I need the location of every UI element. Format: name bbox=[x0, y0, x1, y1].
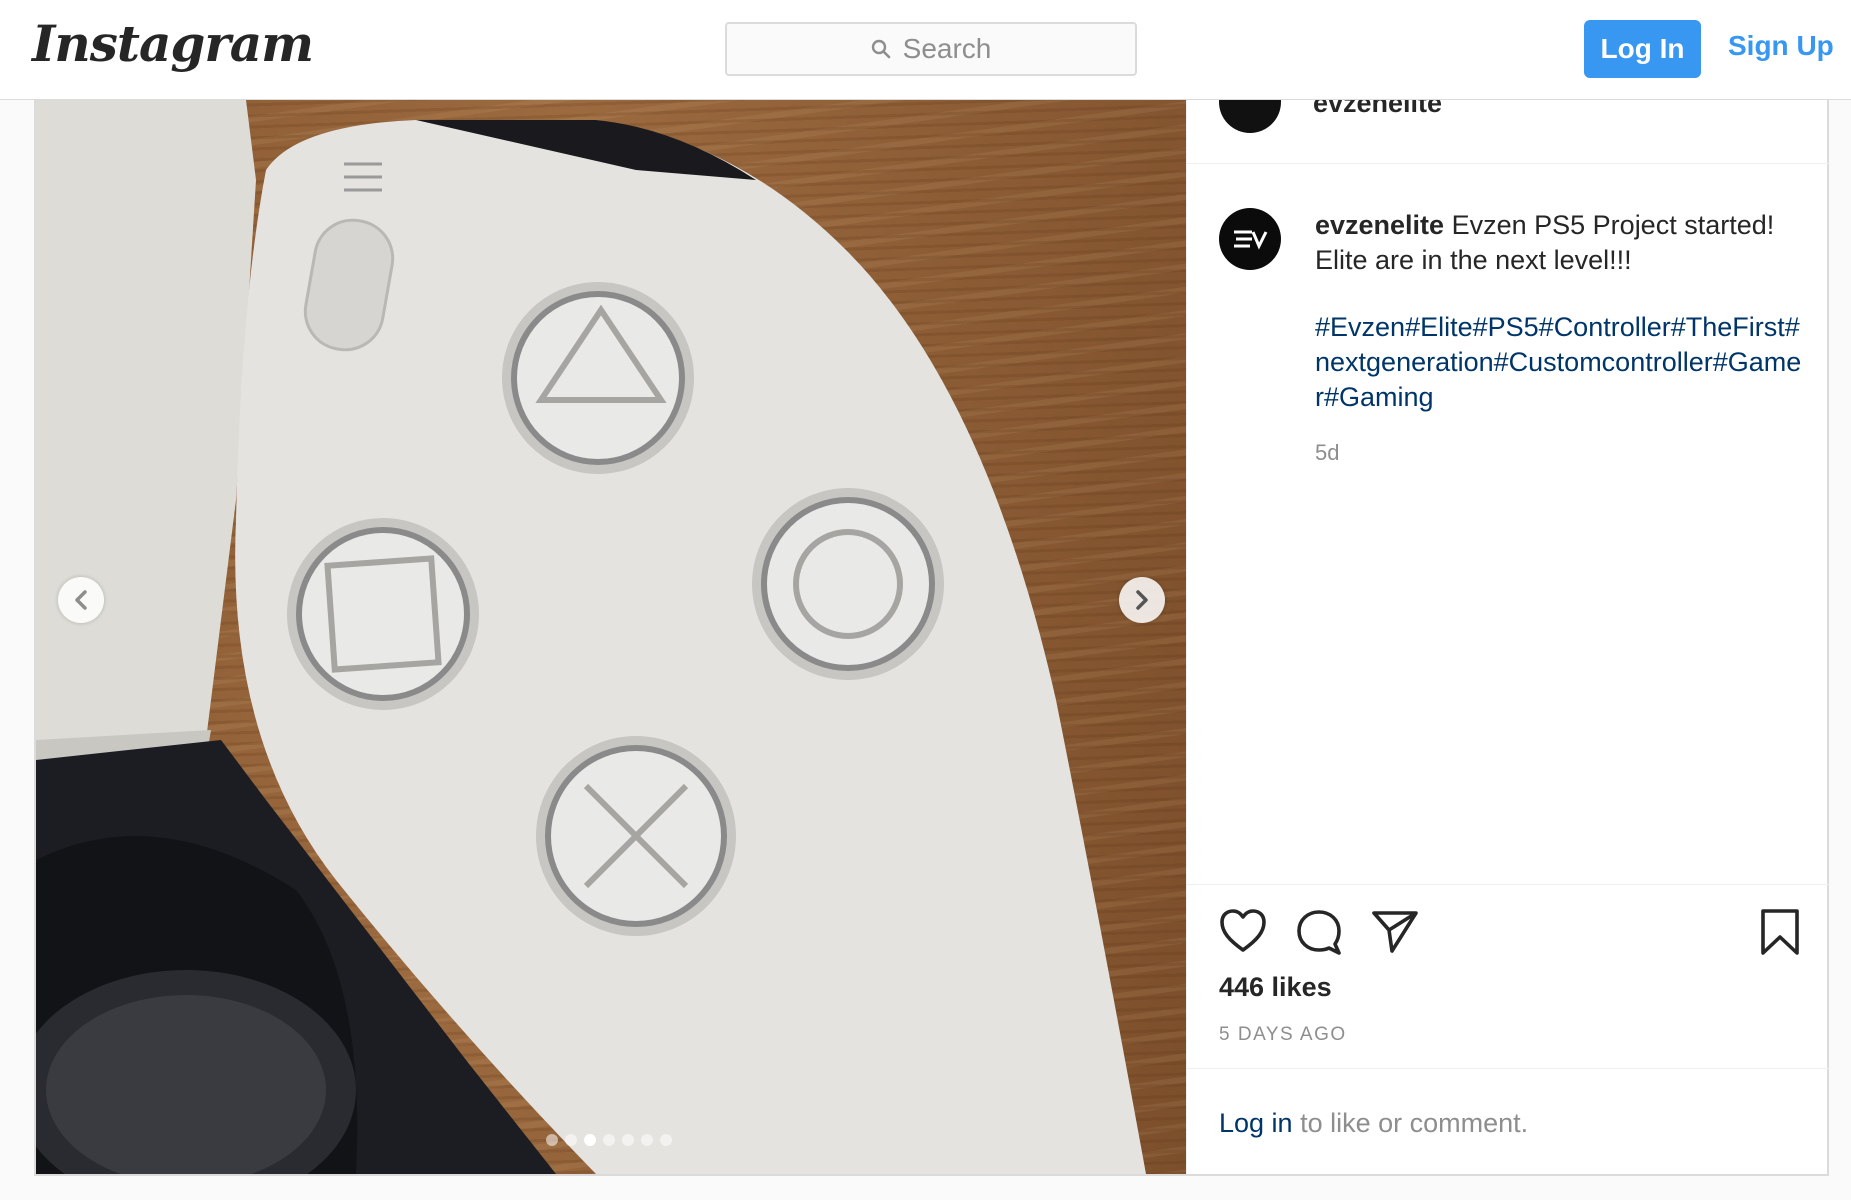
carousel-indicator bbox=[546, 1134, 672, 1146]
carousel-dot bbox=[603, 1134, 615, 1146]
carousel-prev-button[interactable] bbox=[58, 577, 104, 623]
login-prompt-text: to like or comment. bbox=[1292, 1108, 1529, 1138]
hashtag-link[interactable]: #Elite bbox=[1405, 312, 1473, 342]
hashtag-list: #Evzen#Elite#PS5#Controller#TheFirst#nex… bbox=[1315, 310, 1805, 415]
caption-username[interactable]: evzenelite bbox=[1315, 210, 1444, 240]
hashtag-link[interactable]: #Evzen bbox=[1315, 312, 1405, 342]
signup-link[interactable]: Sign Up bbox=[1728, 30, 1834, 62]
post-card: evzenelite evzenelite Evzen PS5 Project … bbox=[34, 100, 1830, 1176]
carousel-dot bbox=[622, 1134, 634, 1146]
top-navigation: Instagram Search Log In Sign Up bbox=[0, 0, 1851, 100]
header-username[interactable]: evzenelite bbox=[1313, 100, 1442, 119]
login-link[interactable]: Log in bbox=[1219, 1108, 1293, 1138]
avatar[interactable] bbox=[1219, 100, 1281, 133]
hashtag-link[interactable]: #Gaming bbox=[1324, 382, 1434, 412]
carousel-dot bbox=[584, 1134, 596, 1146]
instagram-logo[interactable]: Instagram bbox=[32, 14, 314, 73]
hashtag-link[interactable]: #TheFirst bbox=[1671, 312, 1785, 342]
post-sidebar: evzenelite evzenelite Evzen PS5 Project … bbox=[1186, 100, 1830, 1174]
chevron-left-icon bbox=[75, 590, 87, 610]
divider bbox=[1187, 1068, 1830, 1069]
search-icon bbox=[871, 39, 890, 59]
hashtag-link[interactable]: #PS5 bbox=[1473, 312, 1539, 342]
search-input[interactable]: Search bbox=[725, 22, 1137, 76]
login-button[interactable]: Log In bbox=[1584, 20, 1701, 78]
post-media[interactable] bbox=[36, 100, 1186, 1174]
carousel-next-button[interactable] bbox=[1119, 577, 1165, 623]
post-timestamp: 5 DAYS AGO bbox=[1219, 1024, 1347, 1045]
chevron-right-icon bbox=[1136, 590, 1148, 610]
evzen-logo-icon bbox=[1234, 230, 1268, 250]
caption-time: 5d bbox=[1315, 440, 1340, 465]
bookmark-icon[interactable] bbox=[1759, 908, 1801, 956]
heart-icon[interactable] bbox=[1219, 908, 1267, 954]
login-prompt: Log in to like or comment. bbox=[1219, 1108, 1528, 1139]
share-icon[interactable] bbox=[1371, 908, 1419, 954]
carousel-dot bbox=[641, 1134, 653, 1146]
hashtag-link[interactable]: #Customcontroller bbox=[1494, 347, 1713, 377]
search-placeholder: Search bbox=[902, 33, 992, 64]
hashtag-link[interactable]: #Controller bbox=[1539, 312, 1671, 342]
carousel-dot bbox=[660, 1134, 672, 1146]
likes-count[interactable]: 446 likes bbox=[1219, 972, 1332, 1003]
post-caption: evzenelite Evzen PS5 Project started! El… bbox=[1315, 208, 1805, 278]
carousel-dot bbox=[565, 1134, 577, 1146]
caption-avatar[interactable] bbox=[1219, 208, 1281, 270]
post-photo bbox=[36, 100, 1147, 1174]
post-header: evzenelite bbox=[1187, 100, 1830, 164]
carousel-dot bbox=[546, 1134, 558, 1146]
comment-icon[interactable] bbox=[1295, 908, 1343, 956]
divider bbox=[1187, 884, 1830, 885]
